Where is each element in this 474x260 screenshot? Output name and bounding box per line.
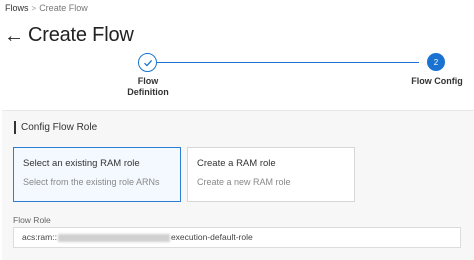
check-icon [143, 59, 152, 67]
stepper-connector [157, 62, 419, 63]
option-title: Select an existing RAM role [23, 158, 140, 169]
arrow-left-icon[interactable]: ← [4, 26, 24, 46]
breadcrumb-separator: > [31, 3, 37, 13]
option-description: Select from the existing role ARNs [23, 177, 160, 187]
step-2-label: Flow Config [411, 76, 463, 86]
option-description: Create a new RAM role [197, 177, 291, 187]
step-1-indicator [138, 53, 157, 72]
page-header: ← Create Flow [4, 24, 134, 47]
create-role-option[interactable]: Create a RAM role Create a new RAM role [187, 147, 355, 202]
existing-role-option[interactable]: Select an existing RAM role Select from … [13, 147, 181, 202]
flow-role-label: Flow Role [13, 215, 51, 225]
step-2-indicator: 2 [427, 53, 445, 71]
redacted-account-id [57, 233, 170, 242]
section-title: Config Flow Role [14, 121, 97, 134]
breadcrumb-flows-link[interactable]: Flows [5, 3, 29, 13]
option-title: Create a RAM role [197, 158, 276, 169]
flow-role-input[interactable]: acs:ram:: execution-default-role [13, 227, 461, 248]
step-1-label: Flow Definition [127, 76, 169, 97]
flow-role-value-suffix: execution-default-role [170, 232, 253, 242]
breadcrumb-current: Create Flow [39, 3, 88, 13]
breadcrumb: Flows > Create Flow [5, 3, 88, 13]
flow-role-value-prefix: acs:ram:: [22, 232, 57, 242]
page-title: Create Flow [28, 24, 134, 46]
